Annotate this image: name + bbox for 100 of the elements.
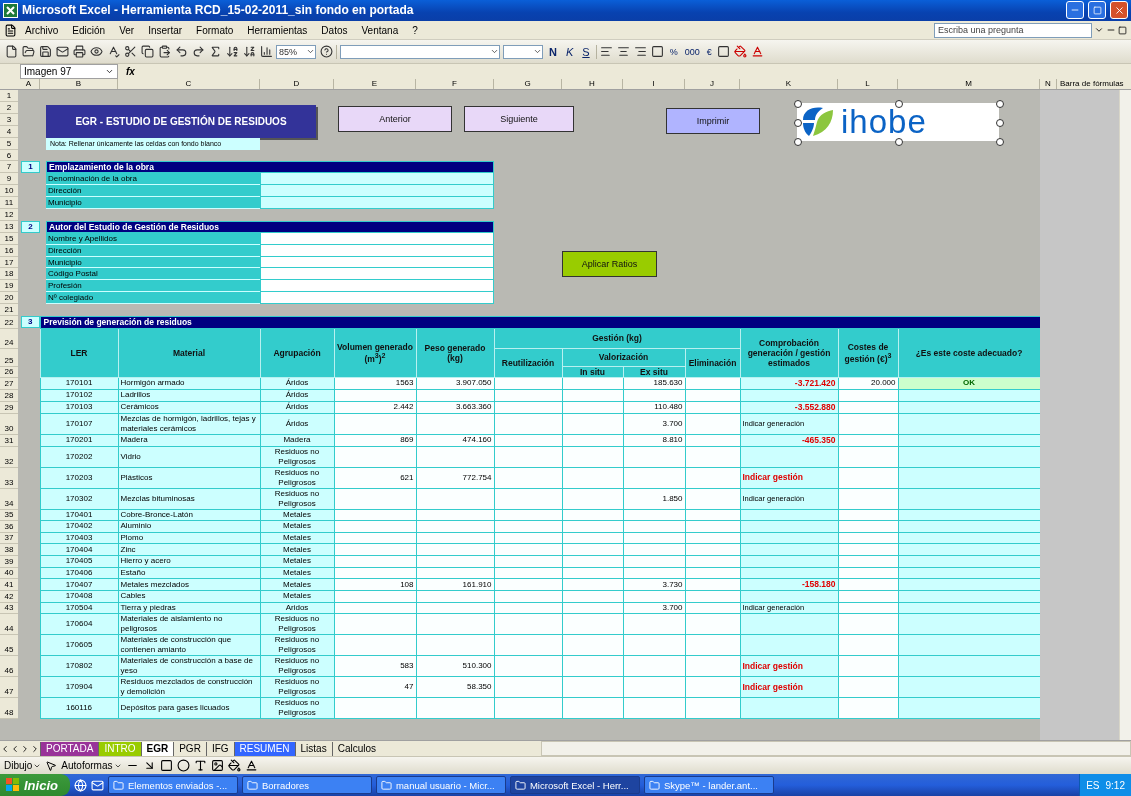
row-header[interactable]: 21: [0, 304, 18, 316]
input-cell[interactable]: [494, 602, 562, 614]
column-header[interactable]: A: [18, 79, 40, 90]
menu-item[interactable]: Insertar: [142, 24, 189, 36]
input-cell[interactable]: [416, 532, 494, 544]
input-cell[interactable]: [416, 509, 494, 521]
mail-icon[interactable]: [55, 44, 69, 59]
menu-item[interactable]: Edición: [66, 24, 112, 36]
input-cell[interactable]: [623, 567, 685, 579]
rectangle-icon[interactable]: [159, 759, 173, 773]
input-cell[interactable]: [334, 509, 416, 521]
row-header[interactable]: 37: [0, 532, 18, 544]
maximize-button[interactable]: [1088, 1, 1106, 20]
menu-item[interactable]: Ventana: [355, 24, 405, 36]
input-cell[interactable]: [685, 509, 740, 521]
sheet-button[interactable]: Anterior: [338, 106, 452, 133]
selection-handle[interactable]: [996, 138, 1004, 147]
next-sheet-icon[interactable]: [20, 743, 30, 754]
row-header[interactable]: 26: [0, 366, 18, 378]
input-cell[interactable]: [494, 509, 562, 521]
format-button[interactable]: N: [546, 45, 560, 58]
row-header[interactable]: 18: [0, 268, 18, 281]
input-field[interactable]: [260, 280, 494, 293]
fill-color-icon[interactable]: [733, 44, 748, 59]
input-cell[interactable]: [494, 532, 562, 544]
row-header[interactable]: 35: [0, 509, 18, 521]
taskbar-button[interactable]: Microsoft Excel - Herr...: [509, 776, 640, 794]
input-cell[interactable]: [838, 509, 898, 521]
undo-icon[interactable]: [174, 44, 188, 59]
picture-icon[interactable]: [210, 759, 224, 773]
row-header[interactable]: 24: [0, 328, 18, 349]
selection-handle[interactable]: [794, 138, 802, 147]
input-cell[interactable]: [416, 567, 494, 579]
pointer-icon[interactable]: [45, 759, 58, 772]
input-cell[interactable]: [494, 567, 562, 579]
open-folder-icon[interactable]: [21, 44, 35, 59]
row-header[interactable]: 45: [0, 634, 18, 656]
input-cell[interactable]: 3.700: [623, 602, 685, 614]
selection-handle[interactable]: [794, 100, 802, 109]
input-field[interactable]: [260, 268, 494, 281]
copy-icon[interactable]: [140, 44, 154, 59]
draw-menu[interactable]: Dibujo: [4, 760, 42, 772]
column-header[interactable]: M: [898, 79, 1040, 90]
align-left-icon[interactable]: [599, 44, 614, 59]
vertical-scrollbar[interactable]: [1119, 90, 1131, 741]
input-cell[interactable]: [334, 602, 416, 614]
oval-icon[interactable]: [176, 759, 190, 773]
input-field[interactable]: [260, 185, 494, 198]
input-cell[interactable]: [334, 532, 416, 544]
text-box-icon[interactable]: [193, 759, 207, 773]
column-header[interactable]: K: [740, 79, 838, 90]
column-header[interactable]: H: [562, 79, 623, 90]
sheet-button[interactable]: Imprimir: [666, 108, 760, 135]
paste-icon[interactable]: [157, 44, 171, 59]
row-header[interactable]: 11: [0, 197, 18, 209]
mail-icon[interactable]: [90, 778, 104, 792]
column-header[interactable]: B: [40, 79, 118, 90]
row-header[interactable]: 47: [0, 676, 18, 698]
fill-color-icon[interactable]: [227, 759, 241, 773]
selection-handle[interactable]: [996, 100, 1004, 109]
row-header[interactable]: 22: [0, 316, 18, 329]
input-cell[interactable]: [334, 567, 416, 579]
column-header[interactable]: F: [416, 79, 494, 90]
sheet-tab[interactable]: EGR: [140, 741, 174, 756]
selection-handle[interactable]: [996, 119, 1004, 128]
row-header[interactable]: 1: [0, 90, 18, 102]
input-cell[interactable]: [838, 532, 898, 544]
sheet-tab[interactable]: RESUMEN: [233, 741, 295, 756]
cut-icon[interactable]: [123, 44, 137, 59]
horizontal-scrollbar[interactable]: [541, 741, 1131, 757]
print-preview-icon[interactable]: [89, 44, 103, 59]
row-header[interactable]: 34: [0, 488, 18, 510]
taskbar-button[interactable]: Skype™ - lander.ant...: [643, 776, 774, 794]
row-header[interactable]: 33: [0, 467, 18, 489]
font-color-icon[interactable]: [750, 44, 765, 59]
chart-icon[interactable]: [259, 44, 273, 59]
row-header[interactable]: 10: [0, 185, 18, 198]
font-name-field[interactable]: [340, 44, 500, 59]
sheet-tab[interactable]: PORTADA: [40, 741, 99, 756]
help-icon[interactable]: [319, 44, 333, 59]
help-search-field[interactable]: Escriba una pregunta: [934, 22, 1092, 38]
row-header[interactable]: 9: [0, 173, 18, 186]
input-cell[interactable]: [623, 509, 685, 521]
menu-item[interactable]: Formato: [190, 24, 240, 36]
input-cell[interactable]: [562, 602, 623, 614]
input-field[interactable]: [260, 173, 494, 186]
format-button[interactable]: S: [579, 45, 593, 58]
align-right-icon[interactable]: [633, 44, 648, 59]
taskbar-button[interactable]: Elementos enviados -...: [107, 776, 238, 794]
row-header[interactable]: 44: [0, 613, 18, 635]
menu-item[interactable]: Herramientas: [241, 24, 314, 36]
input-cell[interactable]: [838, 602, 898, 614]
row-header[interactable]: 43: [0, 602, 18, 614]
sort-descending-icon[interactable]: [242, 44, 256, 59]
align-center-icon[interactable]: [616, 44, 631, 59]
menu-item[interactable]: Datos: [315, 24, 354, 36]
input-cell[interactable]: [562, 509, 623, 521]
input-cell[interactable]: [838, 567, 898, 579]
input-cell[interactable]: [623, 532, 685, 544]
menu-item[interactable]: ?: [406, 24, 424, 36]
